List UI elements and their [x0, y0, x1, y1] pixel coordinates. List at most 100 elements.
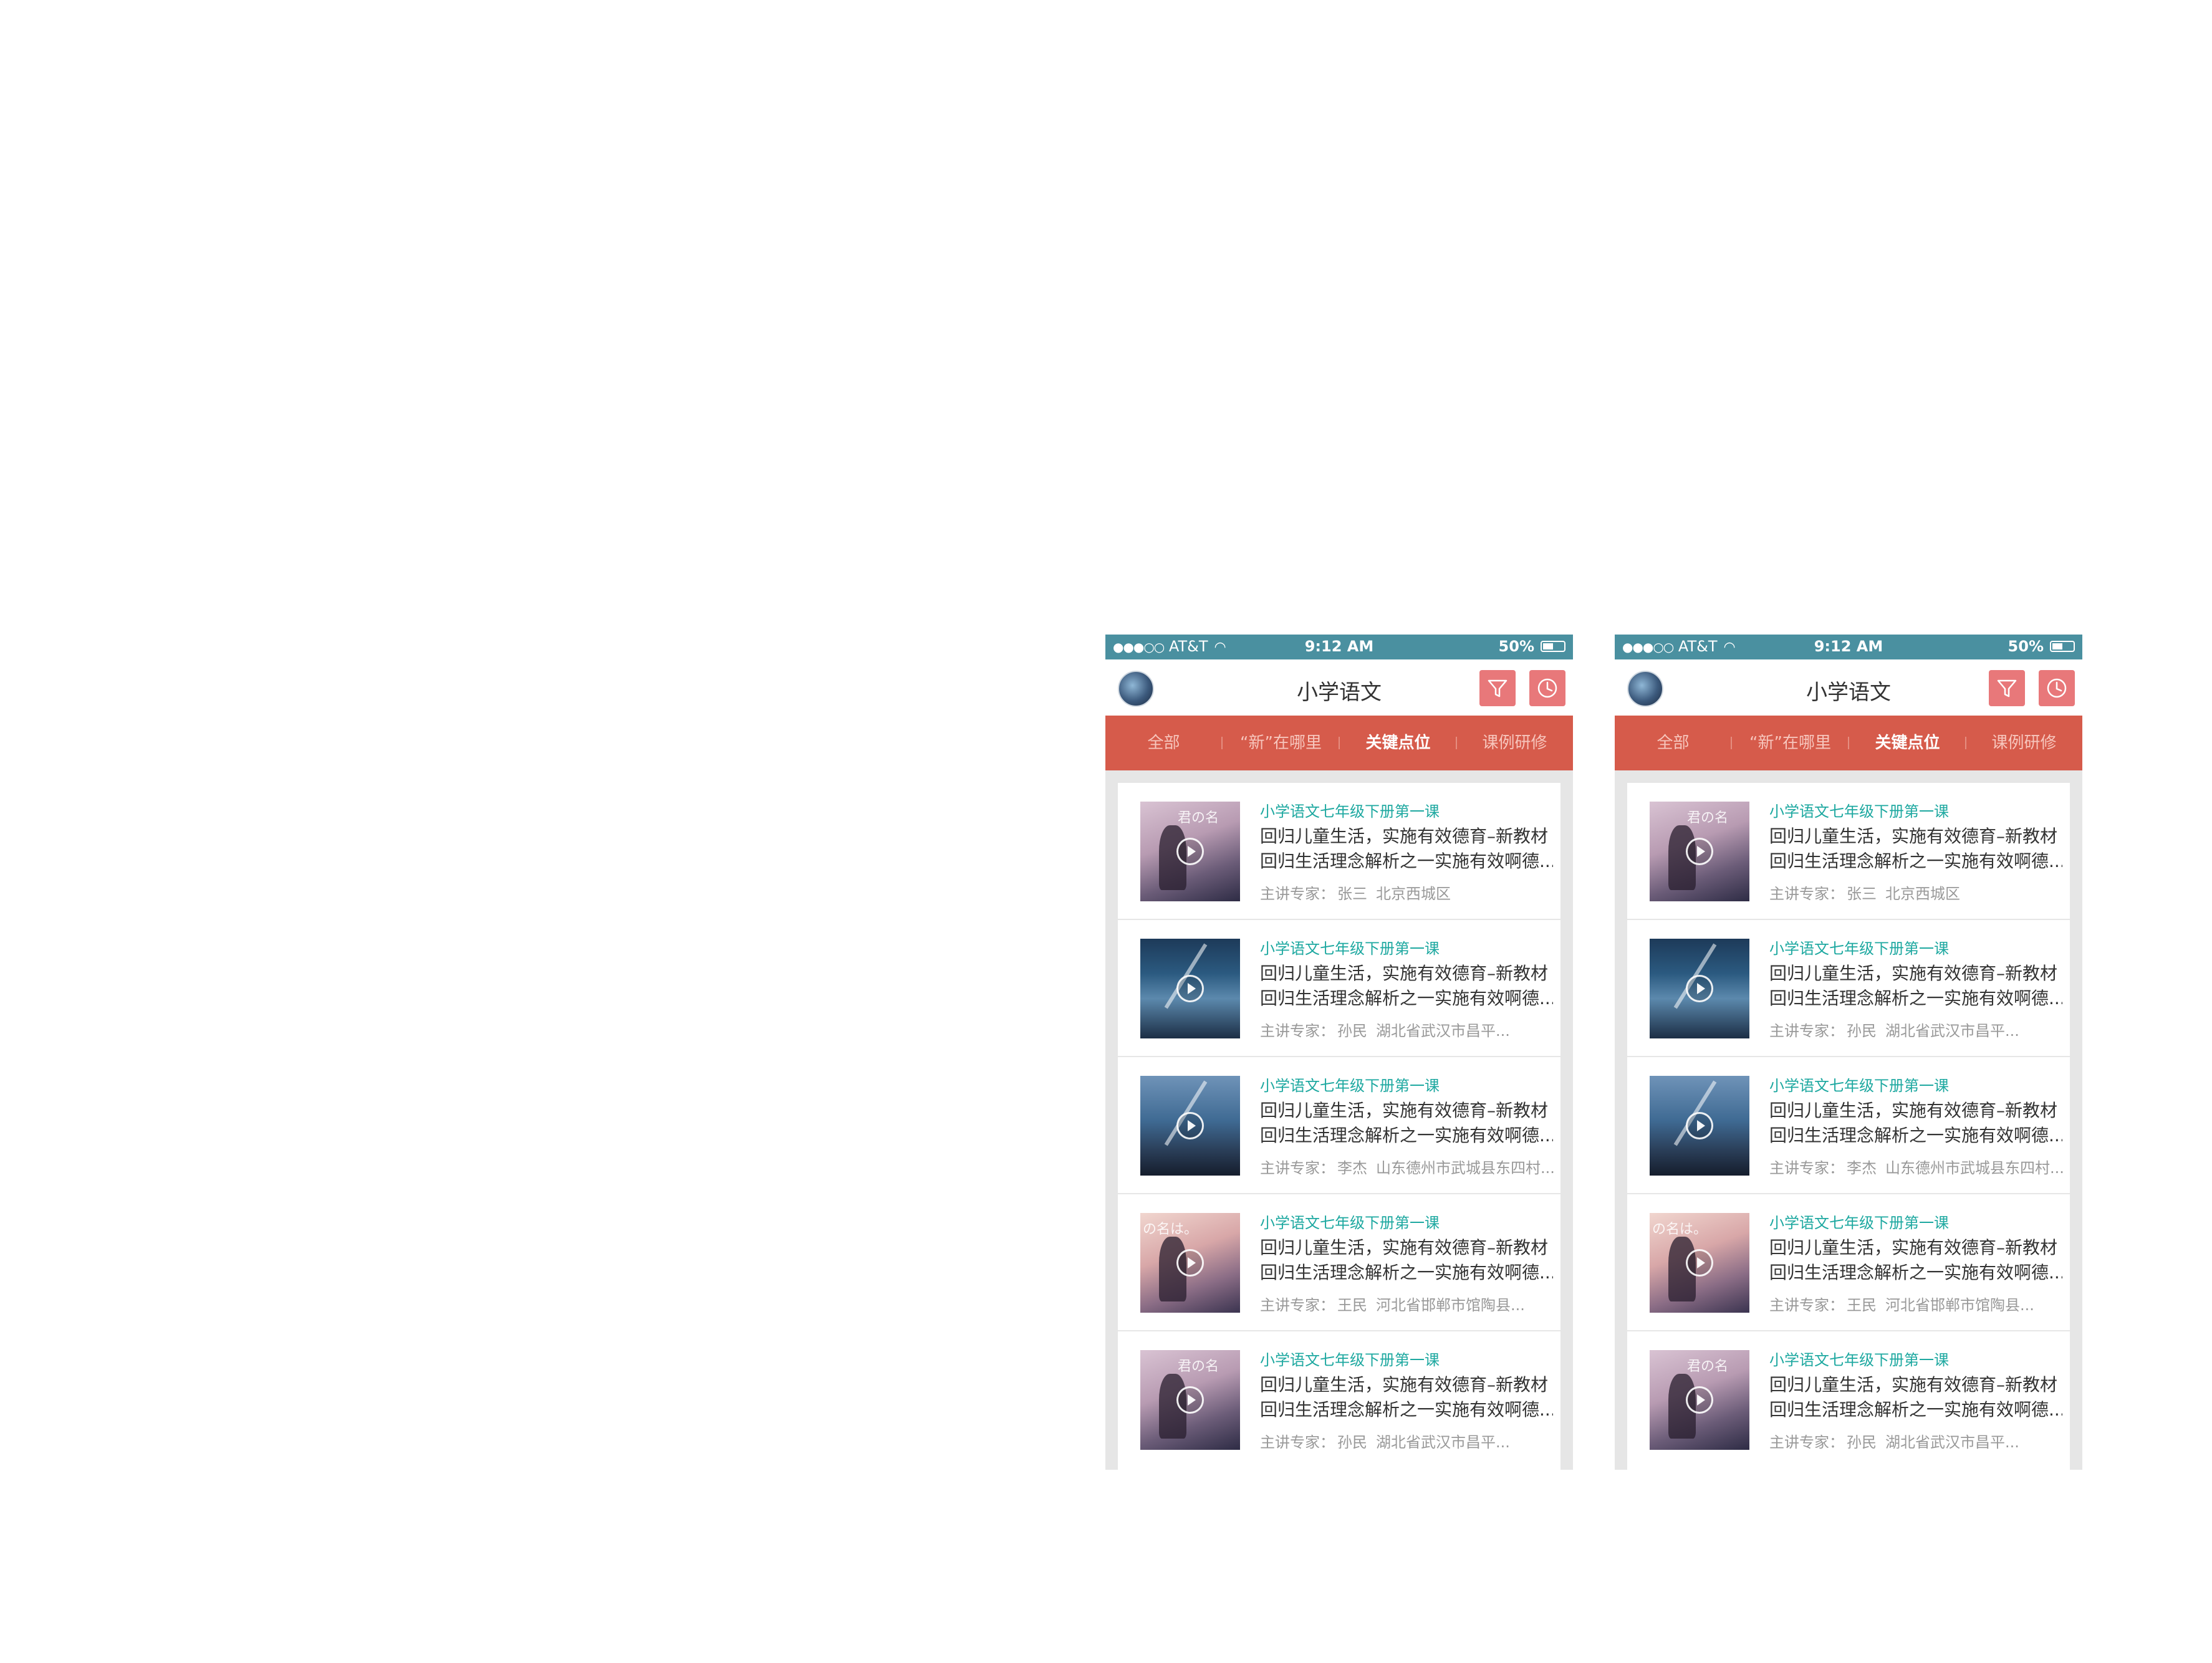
play-icon[interactable]: [1686, 1386, 1713, 1414]
course-thumbnail: 君の名: [1650, 802, 1749, 901]
clock-icon: [1537, 678, 1557, 698]
history-button[interactable]: [2039, 670, 2075, 706]
course-meta: 主讲专家： 李杰 山东德州市武城县东四村...: [1769, 1156, 2064, 1177]
tab-lesson-study[interactable]: 课例研修: [1456, 716, 1573, 770]
course-description: 回归儿童生活，实施有效德育–新教材 回归生活理念解析之一实施有效啊德...: [1769, 1373, 2062, 1422]
status-bar: ●●●○○ AT&T ◠ 9:12 AM 50%: [1105, 635, 1573, 659]
battery-percent: 50%: [2008, 638, 2044, 655]
play-icon[interactable]: [1176, 838, 1204, 865]
course-title: 小学语文七年级下册第一课: [1769, 803, 1949, 820]
tab-key-points[interactable]: 关键点位: [1340, 716, 1456, 770]
course-card[interactable]: 君の名 小学语文七年级下册第一课 回归儿童生活，实施有效德育–新教材 回归生活理念…: [1627, 783, 2070, 920]
battery-icon: [1541, 641, 1565, 652]
desc-line: 回归儿童生活，实施有效德育–新教材: [1769, 1237, 2058, 1258]
course-title: 小学语文七年级下册第一课: [1260, 1351, 1440, 1369]
tab-bar: 全部 “新”在哪里 关键点位 课例研修: [1615, 716, 2082, 770]
course-meta: 主讲专家： 孙民 湖北省武汉市昌平...: [1769, 1430, 2019, 1452]
course-title: 小学语文七年级下册第一课: [1769, 940, 1949, 957]
expert-name: 王民: [1337, 1296, 1367, 1314]
course-meta: 主讲专家： 李杰 山东德州市武城县东四村...: [1260, 1156, 1555, 1177]
tab-key-points[interactable]: 关键点位: [1849, 716, 1966, 770]
course-meta: 主讲专家： 孙民 湖北省武汉市昌平...: [1260, 1018, 1510, 1040]
course-meta: 主讲专家： 张三 北京西城区: [1260, 881, 1451, 903]
desc-line: 回归生活理念解析之一实施有效啊德...: [1769, 1262, 2062, 1283]
desc-line: 回归儿童生活，实施有效德育–新教材: [1260, 826, 1549, 846]
tab-all[interactable]: 全部: [1615, 716, 1731, 770]
course-description: 回归儿童生活，实施有效德育–新教材 回归生活理念解析之一实施有效啊德...: [1769, 1098, 2062, 1148]
play-icon[interactable]: [1686, 1112, 1713, 1139]
expert-location: 北京西城区: [1885, 885, 1960, 903]
expert-location: 湖北省武汉市昌平...: [1885, 1434, 2019, 1451]
play-icon[interactable]: [1176, 1112, 1204, 1139]
expert-location: 北京西城区: [1376, 885, 1451, 903]
course-card[interactable]: 君の名 小学语文七年级下册第一课 回归儿童生活，实施有效德育–新教材 回归生活理念…: [1627, 1331, 2070, 1469]
course-meta: 主讲专家： 孙民 湖北省武汉市昌平...: [1769, 1018, 2019, 1040]
course-title: 小学语文七年级下册第一课: [1769, 1077, 1949, 1095]
desc-line: 回归生活理念解析之一实施有效啊德...: [1769, 1125, 2062, 1146]
tab-whats-new[interactable]: “新”在哪里: [1223, 716, 1339, 770]
desc-line: 回归儿童生活，实施有效德育–新教材: [1769, 1100, 2058, 1121]
course-list: 君の名 小学语文七年级下册第一课 回归儿童生活，实施有效德育–新教材 回归生活理念…: [1118, 783, 1560, 1470]
desc-line: 回归生活理念解析之一实施有效啊德...: [1769, 988, 2062, 1009]
course-card[interactable]: 小学语文七年级下册第一课 回归儿童生活，实施有效德育–新教材 回归生活理念解析之一…: [1118, 920, 1560, 1057]
course-card[interactable]: 小学语文七年级下册第一课 回归儿童生活，实施有效德育–新教材 回归生活理念解析之一…: [1627, 920, 2070, 1057]
desc-line: 回归生活理念解析之一实施有效啊德...: [1769, 1399, 2062, 1420]
clock-icon: [2047, 678, 2067, 698]
thumb-caption: 君の名: [1178, 1359, 1219, 1374]
expert-location: 河北省邯郸市馆陶县...: [1885, 1296, 2034, 1314]
meta-label: 主讲专家：: [1260, 1434, 1335, 1451]
tab-bar: 全部 “新”在哪里 关键点位 课例研修: [1105, 716, 1573, 770]
expert-name: 李杰: [1847, 1159, 1877, 1177]
tab-all[interactable]: 全部: [1105, 716, 1222, 770]
meta-label: 主讲专家：: [1769, 1022, 1844, 1040]
filter-button[interactable]: [1479, 670, 1516, 706]
history-button[interactable]: [1529, 670, 1565, 706]
expert-name: 孙民: [1847, 1022, 1877, 1040]
course-thumbnail: [1140, 1076, 1240, 1176]
expert-location: 湖北省武汉市昌平...: [1376, 1434, 1510, 1451]
course-card[interactable]: 小学语文七年级下册第一课 回归儿童生活，实施有效德育–新教材 回归生活理念解析之一…: [1627, 1057, 2070, 1194]
play-icon[interactable]: [1686, 975, 1713, 1002]
course-card[interactable]: の名は。 小学语文七年级下册第一课 回归儿童生活，实施有效德育–新教材 回归生活理…: [1118, 1194, 1560, 1331]
meta-label: 主讲专家：: [1260, 885, 1335, 903]
meta-label: 主讲专家：: [1769, 1434, 1844, 1451]
expert-location: 河北省邯郸市馆陶县...: [1376, 1296, 1525, 1314]
course-card[interactable]: 君の名 小学语文七年级下册第一课 回归儿童生活，实施有效德育–新教材 回归生活理念…: [1118, 783, 1560, 920]
course-title: 小学语文七年级下册第一课: [1769, 1351, 1949, 1369]
course-thumbnail: 君の名: [1650, 1350, 1749, 1450]
status-bar: ●●●○○ AT&T ◠ 9:12 AM 50%: [1615, 635, 2082, 659]
course-title: 小学语文七年级下册第一课: [1260, 940, 1440, 957]
meta-label: 主讲专家：: [1769, 1296, 1844, 1314]
desc-line: 回归生活理念解析之一实施有效啊德...: [1769, 851, 2062, 871]
desc-line: 回归生活理念解析之一实施有效啊德...: [1260, 988, 1553, 1009]
course-card[interactable]: の名は。 小学语文七年级下册第一课 回归儿童生活，实施有效德育–新教材 回归生活理…: [1627, 1194, 2070, 1331]
course-title: 小学语文七年级下册第一课: [1769, 1214, 1949, 1232]
tab-whats-new[interactable]: “新”在哪里: [1732, 716, 1849, 770]
course-thumbnail: [1140, 939, 1240, 1038]
desc-line: 回归儿童生活，实施有效德育–新教材: [1260, 1374, 1549, 1395]
desc-line: 回归儿童生活，实施有效德育–新教材: [1769, 1374, 2058, 1395]
play-icon[interactable]: [1176, 1249, 1204, 1277]
course-thumbnail: [1650, 1076, 1749, 1176]
play-icon[interactable]: [1686, 1249, 1713, 1277]
expert-location: 湖北省武汉市昌平...: [1885, 1022, 2019, 1040]
play-icon[interactable]: [1176, 1386, 1204, 1414]
play-icon[interactable]: [1686, 838, 1713, 865]
course-title: 小学语文七年级下册第一课: [1260, 1214, 1440, 1232]
desc-line: 回归生活理念解析之一实施有效啊德...: [1260, 1125, 1553, 1146]
expert-name: 王民: [1847, 1296, 1877, 1314]
course-description: 回归儿童生活，实施有效德育–新教材 回归生活理念解析之一实施有效啊德...: [1260, 824, 1553, 874]
battery-percent: 50%: [1498, 638, 1534, 655]
course-description: 回归儿童生活，实施有效德育–新教材 回归生活理念解析之一实施有效啊德...: [1260, 1098, 1553, 1148]
desc-line: 回归儿童生活，实施有效德育–新教材: [1769, 826, 2058, 846]
course-meta: 主讲专家： 张三 北京西城区: [1769, 881, 1960, 903]
expert-name: 孙民: [1337, 1022, 1367, 1040]
course-title: 小学语文七年级下册第一课: [1260, 803, 1440, 820]
course-title: 小学语文七年级下册第一课: [1260, 1077, 1440, 1095]
tab-lesson-study[interactable]: 课例研修: [1966, 716, 2082, 770]
course-card[interactable]: 小学语文七年级下册第一课 回归儿童生活，实施有效德育–新教材 回归生活理念解析之一…: [1118, 1057, 1560, 1194]
course-card[interactable]: 君の名 小学语文七年级下册第一课 回归儿童生活，实施有效德育–新教材 回归生活理念…: [1118, 1331, 1560, 1469]
play-icon[interactable]: [1176, 975, 1204, 1002]
thumb-caption: 君の名: [1687, 810, 1729, 826]
filter-button[interactable]: [1989, 670, 2025, 706]
